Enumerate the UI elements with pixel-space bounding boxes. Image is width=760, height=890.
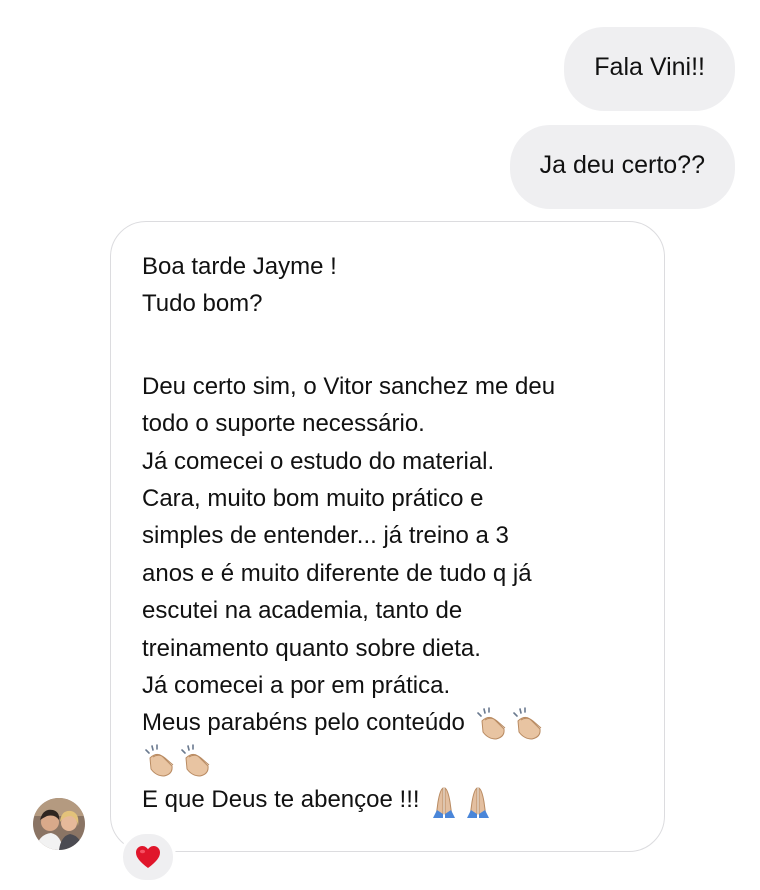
- message-line-with-emoji: E que Deus te abençoe !!!: [142, 781, 634, 818]
- clapping-hands-icon: [178, 744, 212, 778]
- message-line-emoji-only: [142, 742, 634, 779]
- message-line: Cara, muito bom muito prático e: [142, 484, 484, 512]
- message-line: Deu certo sim, o Vitor sanchez me deu: [142, 372, 556, 400]
- sent-message-bubble[interactable]: Fala Vini!!: [564, 27, 735, 111]
- message-line: todo o suporte necessário.: [142, 410, 425, 438]
- message-line-with-emoji: Meus parabéns pelo conteúdo: [142, 704, 634, 741]
- message-line: escutei na academia, tanto de: [142, 597, 463, 625]
- message-line: Já comecei a por em prática.: [142, 671, 451, 699]
- message-line: anos e é muito diferente de tudo q já: [142, 559, 532, 587]
- message-line: Boa tarde Jayme !: [142, 253, 337, 280]
- clapping-hands-icon: [142, 744, 176, 778]
- message-line: Já comecei o estudo do material.: [142, 447, 495, 475]
- sent-message-bubble[interactable]: Ja deu certo??: [509, 125, 735, 209]
- clapping-hands-icon: [474, 707, 508, 741]
- message-line-blank: [142, 323, 634, 368]
- reaction-badge[interactable]: [120, 831, 176, 883]
- folded-hands-icon: [428, 784, 460, 818]
- message-line: treinamento quanto sobre dieta.: [142, 634, 481, 662]
- message-line: simples de entender... já treino a 3: [142, 522, 509, 550]
- message-text: Ja deu certo??: [539, 151, 705, 179]
- avatar[interactable]: [33, 798, 85, 850]
- heart-icon: [136, 846, 160, 868]
- message-text: Meus parabéns pelo conteúdo: [142, 709, 465, 737]
- avatar-photo: [33, 798, 85, 850]
- message-line: Tudo bom?: [142, 290, 263, 318]
- message-text: E que Deus te abençoe !!!: [142, 786, 420, 814]
- folded-hands-icon: [462, 784, 494, 818]
- message-text: Fala Vini!!: [594, 53, 705, 81]
- received-message-bubble[interactable]: Boa tarde Jayme ! Tudo bom? Deu certo si…: [110, 221, 665, 852]
- clapping-hands-icon: [510, 707, 544, 741]
